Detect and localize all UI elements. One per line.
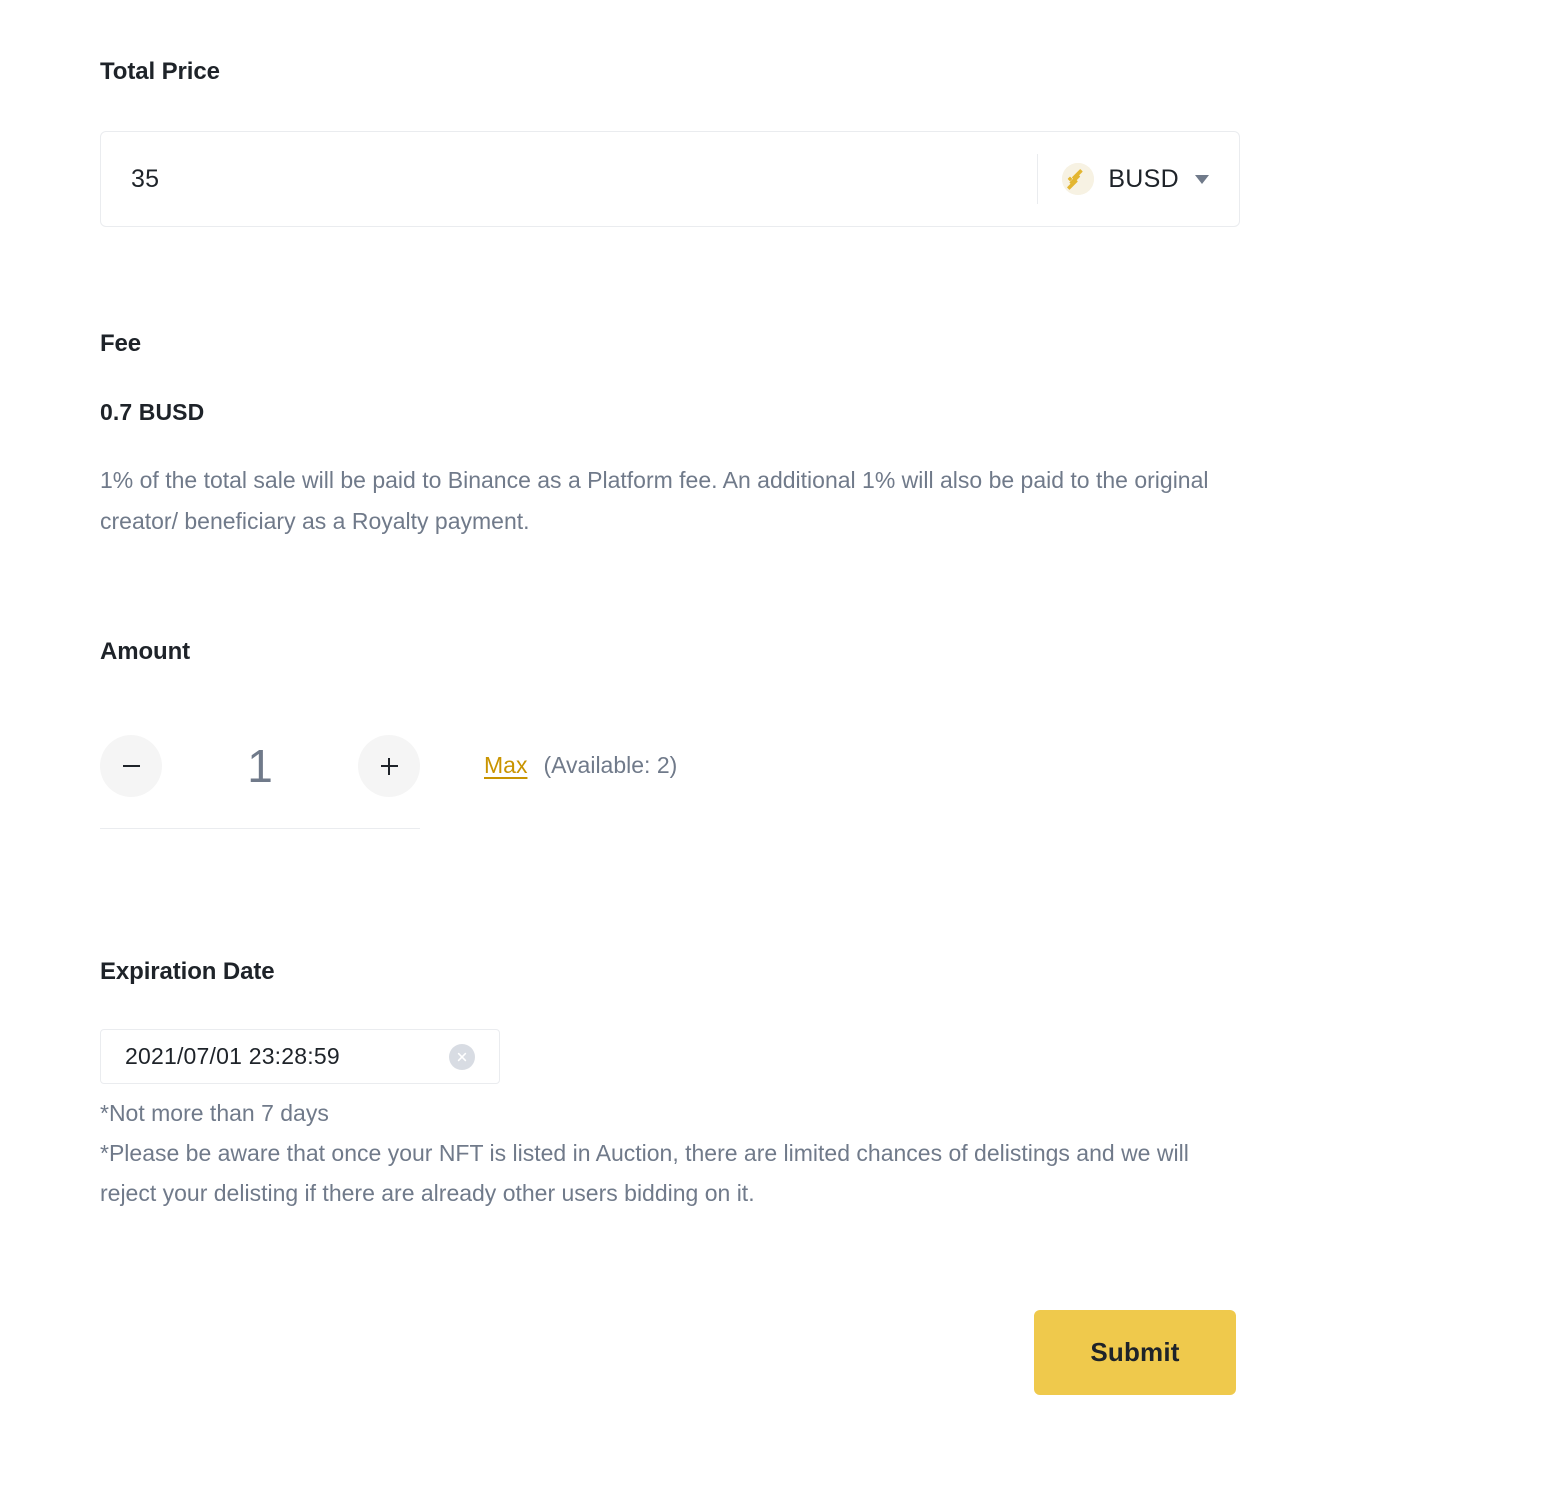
total-price-heading: Total Price — [100, 58, 220, 85]
close-circle-icon — [457, 1052, 467, 1061]
clear-date-button[interactable] — [449, 1043, 475, 1070]
amount-heading: Amount — [100, 638, 191, 665]
currency-code-label: BUSD — [1108, 164, 1179, 193]
expiration-notes: *Not more than 7 days *Please be aware t… — [100, 1093, 1210, 1213]
fee-amount-value: 0.7 BUSD — [100, 399, 205, 425]
submit-button[interactable]: Submit — [1034, 1310, 1236, 1395]
quantity-value[interactable]: 1 — [162, 735, 358, 797]
busd-token-icon — [1062, 163, 1095, 195]
plus-icon — [380, 757, 398, 775]
minus-icon — [122, 765, 140, 767]
max-link[interactable]: Max — [484, 752, 527, 779]
available-quantity-label: (Available: 2) — [543, 752, 678, 778]
amount-helper: Max (Available: 2) — [484, 752, 677, 779]
quantity-stepper[interactable]: 1 — [100, 735, 420, 797]
expiration-note-days: *Not more than 7 days — [100, 1100, 329, 1126]
decrement-button[interactable] — [100, 735, 162, 797]
expiration-date-field[interactable]: 2021/07/01 23:28:59 — [100, 1029, 500, 1084]
stepper-underline — [100, 828, 420, 829]
total-price-value[interactable]: 35 — [101, 165, 1037, 194]
chevron-down-icon — [1195, 174, 1209, 184]
currency-selector[interactable]: BUSD — [1038, 163, 1239, 195]
expiration-date-value[interactable]: 2021/07/01 23:28:59 — [101, 1043, 449, 1070]
total-price-field[interactable]: 35 BUSD — [100, 131, 1240, 227]
fee-heading: Fee — [100, 330, 142, 357]
expiration-date-heading: Expiration Date — [100, 958, 275, 985]
listing-form: Total Price 35 BUSD Fee 0.7 BUSD 1% of t… — [0, 0, 1548, 1488]
fee-description: 1% of the total sale will be paid to Bin… — [100, 467, 1209, 534]
expiration-note-auction: *Please be aware that once your NFT is l… — [100, 1140, 1189, 1206]
increment-button[interactable] — [358, 735, 420, 797]
